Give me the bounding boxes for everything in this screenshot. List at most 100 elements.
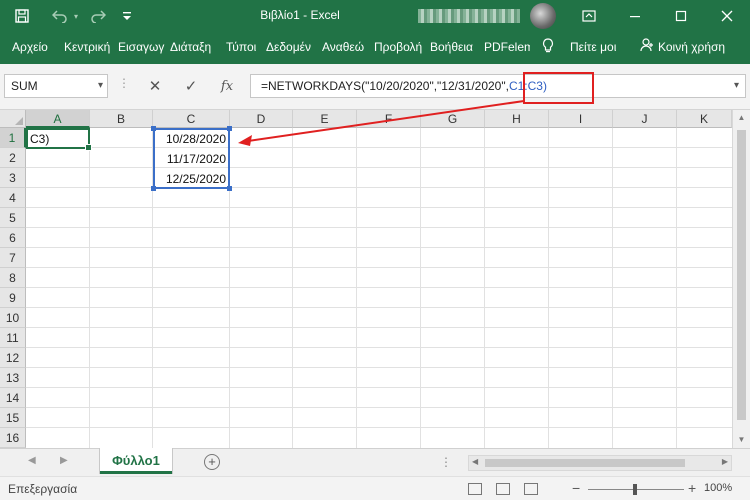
tab-pdfelement[interactable]: PDFelem <box>484 40 530 54</box>
person-icon[interactable] <box>640 38 654 55</box>
tab-review[interactable]: Αναθεώ <box>322 40 364 54</box>
gridline <box>89 128 90 448</box>
page-layout-view-icon[interactable] <box>496 483 510 495</box>
scroll-down-icon[interactable]: ▼ <box>733 432 750 448</box>
formula-range-ref: C1:C3) <box>508 79 547 93</box>
scroll-up-icon[interactable]: ▲ <box>733 110 750 126</box>
formula-bar-grip-icon[interactable]: ⋮ <box>118 76 130 96</box>
gridline <box>420 128 421 448</box>
normal-view-icon[interactable] <box>468 483 482 495</box>
column-header-f[interactable]: F <box>357 110 421 128</box>
row-header-8[interactable]: 8 <box>0 268 26 288</box>
scroll-right-icon[interactable]: ▶ <box>722 457 728 466</box>
column-header-j[interactable]: J <box>613 110 677 128</box>
avatar[interactable] <box>530 3 556 29</box>
worksheet-grid[interactable]: A B C D E F G H I J K 1 2 3 4 5 6 7 8 9 … <box>0 110 732 448</box>
scrollbar-thumb[interactable] <box>485 459 685 467</box>
ribbon-display-icon[interactable] <box>566 0 612 32</box>
vertical-scrollbar[interactable]: ▲ ▼ <box>732 110 750 448</box>
column-header-e[interactable]: E <box>293 110 357 128</box>
zoom-slider-knob[interactable] <box>633 484 637 495</box>
enter-button[interactable]: ✓ <box>176 74 206 98</box>
column-header-h[interactable]: H <box>485 110 549 128</box>
ribbon-tabs: Αρχείο Κεντρική Εισαγωγ Διάταξη Τύποι Δε… <box>0 32 750 64</box>
gridline <box>26 307 732 308</box>
row-header-9[interactable]: 9 <box>0 288 26 308</box>
row-header-13[interactable]: 13 <box>0 368 26 388</box>
gridline <box>26 387 732 388</box>
gridline <box>484 128 485 448</box>
row-header-1[interactable]: 1 <box>0 128 26 148</box>
column-header-i[interactable]: I <box>549 110 613 128</box>
row-header-3[interactable]: 3 <box>0 168 26 188</box>
row-header-12[interactable]: 12 <box>0 348 26 368</box>
name-box[interactable]: SUM ▾ <box>4 74 108 98</box>
tab-formulas[interactable]: Τύποι <box>226 40 256 54</box>
tab-help[interactable]: Βοήθεια <box>430 40 473 54</box>
add-sheet-button[interactable]: + <box>204 454 220 470</box>
column-header-a[interactable]: A <box>26 110 90 128</box>
row-header-7[interactable]: 7 <box>0 248 26 268</box>
sheet-tabs-bar: ◀ ▶ Φύλλο1 + ⋮ ◀ ▶ <box>0 448 750 476</box>
zoom-in-button[interactable]: + <box>688 480 696 496</box>
zoom-level[interactable]: 100% <box>704 482 732 494</box>
expand-formula-icon[interactable]: ▾ <box>734 80 739 91</box>
row-header-5[interactable]: 5 <box>0 208 26 228</box>
zoom-out-button[interactable]: − <box>572 480 580 496</box>
gridline <box>26 407 732 408</box>
gridline <box>26 287 732 288</box>
cancel-button[interactable]: ✕ <box>140 74 170 98</box>
tab-view[interactable]: Προβολή <box>374 40 422 54</box>
tab-home[interactable]: Κεντρική <box>64 40 110 54</box>
gridline <box>612 128 613 448</box>
lightbulb-icon[interactable] <box>542 38 554 57</box>
row-header-10[interactable]: 10 <box>0 308 26 328</box>
gridline <box>356 128 357 448</box>
page-break-view-icon[interactable] <box>524 483 538 495</box>
split-handle-icon[interactable]: ⋮ <box>440 455 453 469</box>
tab-insert[interactable]: Εισαγωγ <box>118 40 164 54</box>
row-header-4[interactable]: 4 <box>0 188 26 208</box>
gridline <box>26 327 732 328</box>
active-cell-cursor <box>26 128 92 151</box>
prev-sheet-icon[interactable]: ◀ <box>28 455 36 466</box>
close-icon[interactable] <box>704 0 750 32</box>
sheet-tab-1[interactable]: Φύλλο1 <box>100 448 172 474</box>
minimize-icon[interactable] <box>612 0 658 32</box>
insert-function-button[interactable]: fx <box>212 74 242 98</box>
share-button[interactable]: Κοινή χρήση <box>658 40 725 54</box>
reference-range-highlight <box>151 126 232 191</box>
tab-layout[interactable]: Διάταξη <box>170 40 211 54</box>
maximize-icon[interactable] <box>658 0 704 32</box>
chevron-down-icon[interactable]: ▾ <box>98 80 103 91</box>
select-all-corner[interactable] <box>0 110 26 128</box>
gridline <box>26 227 732 228</box>
gridline <box>26 267 732 268</box>
horizontal-scrollbar[interactable]: ◀ ▶ <box>468 455 732 471</box>
column-header-g[interactable]: G <box>421 110 485 128</box>
row-header-16[interactable]: 16 <box>0 428 26 448</box>
row-header-6[interactable]: 6 <box>0 228 26 248</box>
column-header-d[interactable]: D <box>230 110 293 128</box>
scrollbar-thumb[interactable] <box>737 130 746 420</box>
tab-data[interactable]: Δεδομέν <box>266 40 311 54</box>
row-header-14[interactable]: 14 <box>0 388 26 408</box>
row-header-15[interactable]: 15 <box>0 408 26 428</box>
title-bar: ▾ Βιβλίο1 - Excel <box>0 0 750 32</box>
tab-file[interactable]: Αρχείο <box>12 40 48 54</box>
tell-me-label[interactable]: Πείτε μοι <box>570 40 616 54</box>
account-name-blurred <box>418 9 520 23</box>
column-header-k[interactable]: K <box>677 110 732 128</box>
next-sheet-icon[interactable]: ▶ <box>60 455 68 466</box>
gridline <box>26 167 732 168</box>
gridline <box>26 187 732 188</box>
gridline <box>26 347 732 348</box>
row-header-2[interactable]: 2 <box>0 148 26 168</box>
formula-text: =NETWORKDAYS("10/20/2020","12/31/2020", <box>261 79 509 93</box>
formula-input[interactable]: =NETWORKDAYS("10/20/2020","12/31/2020",C… <box>250 74 746 98</box>
row-header-11[interactable]: 11 <box>0 328 26 348</box>
scroll-left-icon[interactable]: ◀ <box>472 457 478 466</box>
gridline <box>292 128 293 448</box>
column-header-b[interactable]: B <box>90 110 153 128</box>
column-header-c[interactable]: C <box>153 110 230 128</box>
